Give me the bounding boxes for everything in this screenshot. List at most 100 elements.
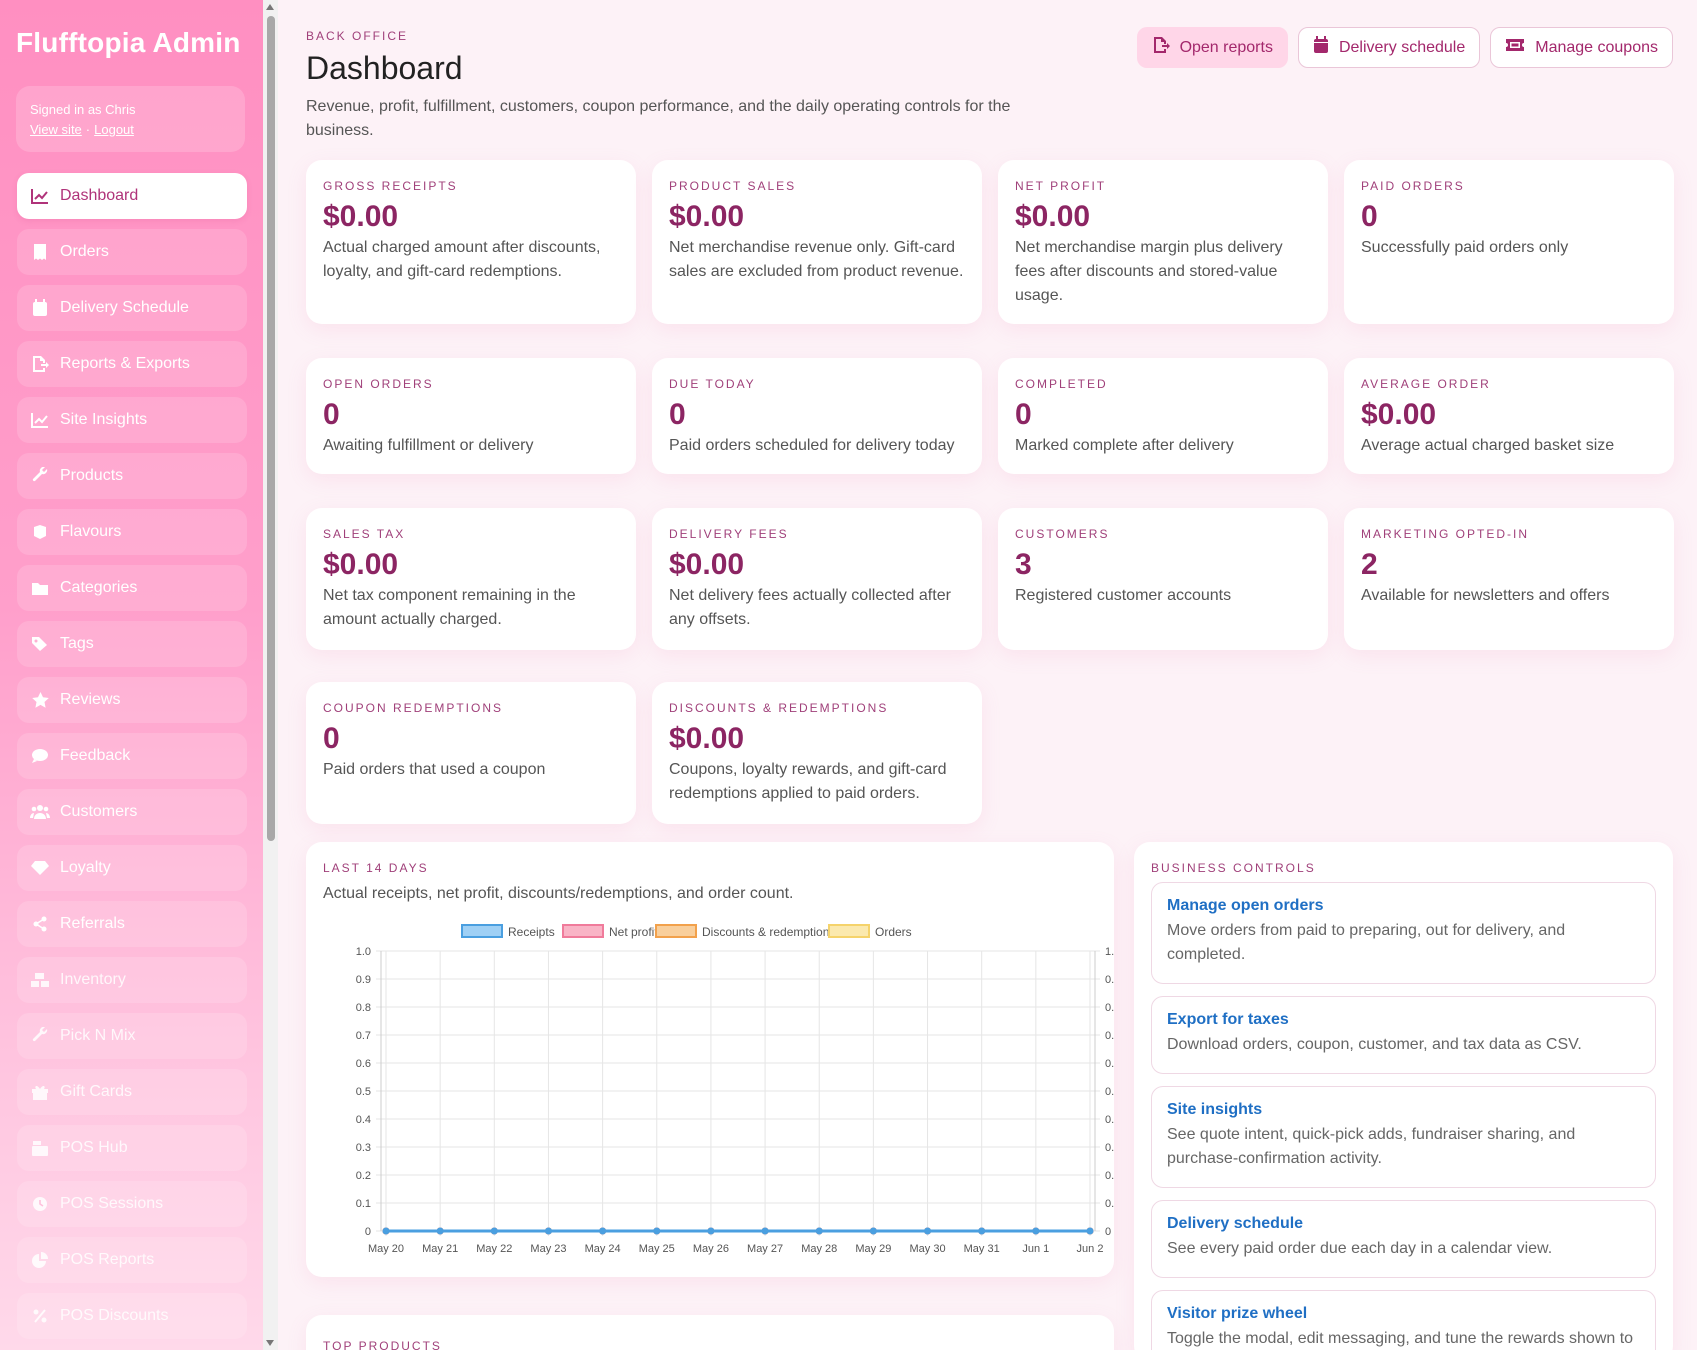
page-description: Revenue, profit, fulfillment, customers,… [306, 98, 1011, 139]
control-delivery-schedule[interactable]: Delivery schedule See every paid order du… [1151, 1200, 1656, 1278]
sidebar-item-feedback[interactable]: Feedback [17, 733, 247, 779]
view-site-link[interactable]: View site [30, 122, 82, 137]
wrench-icon [30, 1027, 50, 1045]
line-chart: Receipts Net profit Discounts & redemption… [356, 924, 1114, 1255]
y-tick-label-right: 1.0 [1105, 946, 1114, 958]
x-tick-label: May 30 [909, 1243, 945, 1255]
control-export-for-taxes[interactable]: Export for taxes Download orders, coupon,… [1151, 996, 1656, 1074]
stat-card-due-today: DUE TODAY 0 Paid orders scheduled for deli… [652, 358, 982, 474]
sidebar-item-pos-reports[interactable]: POS Reports [17, 1237, 247, 1283]
sidebar-item-products[interactable]: Products [17, 453, 247, 499]
sidebar-item-delivery-schedule[interactable]: Delivery Schedule [17, 285, 247, 331]
sidebar-item-gift-cards[interactable]: Gift Cards [17, 1069, 247, 1115]
calendar-icon [30, 299, 50, 317]
scroll-up-arrow[interactable] [266, 4, 274, 10]
data-point [1032, 1227, 1040, 1235]
x-tick-label: Jun 2 [1077, 1243, 1104, 1255]
x-tick-label: Jun 1 [1022, 1243, 1049, 1255]
business-controls-card: BUSINESS CONTROLS Manage open orders Move… [1134, 842, 1673, 1350]
legend-swatch [828, 924, 870, 938]
boxes-icon [30, 971, 50, 989]
stat-label: DUE TODAY [669, 377, 756, 391]
x-tick-label: May 21 [422, 1243, 458, 1255]
control-title[interactable]: Export for taxes [1167, 1011, 1640, 1029]
data-point [815, 1227, 823, 1235]
link-separator: · [85, 122, 91, 137]
scroll-thumb[interactable] [267, 16, 275, 841]
sidebar-item-customers[interactable]: Customers [17, 789, 247, 835]
stat-value: $0.00 [669, 722, 745, 755]
sidebar-item-site-insights[interactable]: Site Insights [17, 397, 247, 443]
stat-label: NET PROFIT [1015, 179, 1107, 193]
open-reports-label: Open reports [1179, 38, 1273, 56]
data-point [978, 1227, 986, 1235]
sidebar-item-pick-n-mix[interactable]: Pick N Mix [17, 1013, 247, 1059]
control-title[interactable]: Manage open orders [1167, 897, 1640, 915]
file-export-icon [30, 355, 50, 373]
sidebar-item-referrals[interactable]: Referrals [17, 901, 247, 947]
sidebar-item-pos-sessions[interactable]: POS Sessions [17, 1181, 247, 1227]
sidebar-item-pos-hub[interactable]: POS Hub [17, 1125, 247, 1171]
x-tick-label: May 29 [855, 1243, 891, 1255]
top-products-eyebrow: TOP PRODUCTS [323, 1339, 442, 1350]
sidebar-item-dashboard[interactable]: Dashboard [17, 173, 247, 219]
sidebar-item-categories[interactable]: Categories [17, 565, 247, 611]
control-visitor-prize-wheel[interactable]: Visitor prize wheel Toggle the modal, edi… [1151, 1290, 1656, 1350]
y-tick-label-right: 0.7 [1105, 1030, 1114, 1042]
data-point [382, 1227, 390, 1235]
control-site-insights[interactable]: Site insights See quote intent, quick-pic… [1151, 1086, 1656, 1188]
stat-value: $0.00 [669, 200, 745, 233]
data-point [707, 1227, 715, 1235]
folder-icon [30, 579, 50, 597]
sidebar-item-reviews[interactable]: Reviews [17, 677, 247, 723]
top-products-card: TOP PRODUCTS [306, 1315, 1114, 1350]
share-icon [30, 915, 50, 933]
stat-note: Available for newsletters and offers [1361, 587, 1610, 604]
stat-label: COUPON REDEMPTIONS [323, 701, 504, 715]
legend-swatch [461, 924, 503, 938]
sidebar-item-label: POS Reports [60, 1251, 155, 1268]
stat-note: Actual charged amount after discounts, l… [323, 239, 601, 280]
control-manage-open-orders[interactable]: Manage open orders Move orders from paid … [1151, 882, 1656, 984]
scroll-down-arrow[interactable] [266, 1340, 274, 1346]
page-eyebrow: BACK OFFICE [306, 29, 409, 43]
y-tick-label-right: 0.2 [1105, 1170, 1114, 1182]
sidebar-item-flavours[interactable]: Flavours [17, 509, 247, 555]
stat-card-marketing-opted-in: MARKETING OPTED-IN 2 Available for newslet… [1344, 508, 1674, 650]
x-tick-label: May 22 [476, 1243, 512, 1255]
sidebar-item-loyalty[interactable]: Loyalty [17, 845, 247, 891]
y-tick-label-right: 0.8 [1105, 1002, 1114, 1014]
open-reports-button[interactable]: Open reports [1136, 27, 1288, 68]
sidebar-item-reports-exports[interactable]: Reports & Exports [17, 341, 247, 387]
legend-swatch [655, 924, 697, 938]
stat-value: 0 [323, 722, 340, 755]
control-title[interactable]: Visitor prize wheel [1167, 1305, 1640, 1323]
y-tick-label-left: 0.5 [356, 1086, 371, 1098]
data-point [653, 1227, 661, 1235]
y-tick-label-right: 0.1 [1105, 1198, 1114, 1210]
manage-coupons-button[interactable]: Manage coupons [1490, 27, 1673, 68]
tags-icon [30, 635, 50, 653]
logout-link[interactable]: Logout [94, 122, 134, 137]
sidebar-item-inventory[interactable]: Inventory [17, 957, 247, 1003]
control-title[interactable]: Delivery schedule [1167, 1215, 1640, 1233]
stat-label: DELIVERY FEES [669, 527, 789, 541]
sidebar-item-label: POS Hub [60, 1139, 128, 1156]
stat-label: PAID ORDERS [1361, 179, 1465, 193]
delivery-schedule-button[interactable]: Delivery schedule [1297, 27, 1481, 68]
sidebar-item-orders[interactable]: Orders [17, 229, 247, 275]
stat-note: Registered customer accounts [1015, 587, 1232, 604]
controls-eyebrow: BUSINESS CONTROLS [1151, 861, 1316, 875]
y-tick-label-right: 0.5 [1105, 1086, 1114, 1098]
wrench-icon [30, 467, 50, 485]
legend-label: Orders [875, 925, 912, 939]
file-export-icon [1152, 36, 1170, 59]
sidebar-item-pos-discounts[interactable]: POS Discounts [17, 1293, 247, 1339]
stat-value: $0.00 [323, 548, 399, 581]
control-title[interactable]: Site insights [1167, 1101, 1640, 1119]
x-tick-label: May 23 [530, 1243, 566, 1255]
stat-note: Awaiting fulfillment or delivery [323, 437, 534, 454]
cash-register-icon [30, 1139, 50, 1157]
sidebar-item-tags[interactable]: Tags [17, 621, 247, 667]
sidebar-scrollbar[interactable] [263, 0, 278, 1350]
